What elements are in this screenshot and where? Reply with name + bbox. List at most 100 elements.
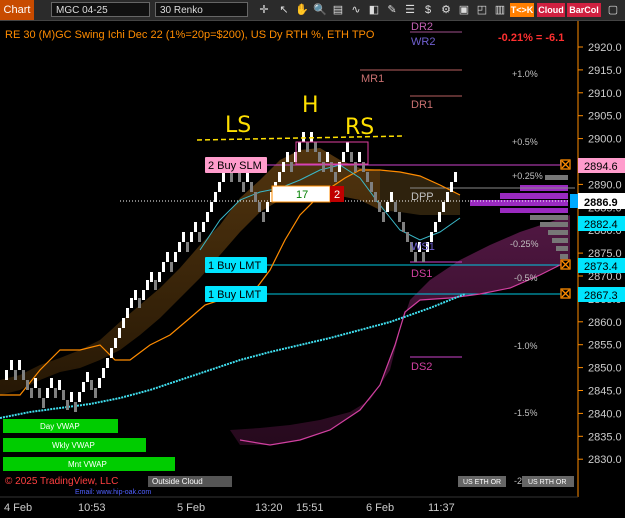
pct-label: +0.25% [512, 171, 543, 181]
renko-brick [398, 212, 401, 222]
renko-brick [5, 370, 8, 380]
instrument-select[interactable]: MGC 04-25 [51, 2, 150, 17]
renko-brick [214, 192, 217, 202]
renko-brick [42, 398, 45, 408]
renko-brick [190, 232, 193, 242]
renko-brick [278, 172, 281, 182]
ds2-label: DS2 [411, 361, 432, 373]
renko-brick [154, 280, 157, 290]
time-axis-label: 10:53 [78, 502, 106, 514]
chart-app-label[interactable]: Chart [0, 0, 34, 20]
crosshair-icon[interactable]: ✛ [256, 2, 272, 18]
renko-brick [390, 192, 393, 202]
email-label: Email: www.hip-oak.com [75, 489, 151, 496]
rs-annotation: RS [345, 115, 374, 140]
order-buy-lmt-2[interactable]: 1 Buy LMT [205, 286, 267, 302]
order-label: 2 Buy SLM [208, 160, 262, 172]
tag-last-price: 2886.9 [584, 197, 618, 209]
time-axis[interactable]: 4 Feb 10:53 5 Feb 13:20 15:51 6 Feb 11:37 [0, 496, 578, 514]
renko-brick [258, 202, 261, 212]
renko-brick [406, 232, 409, 242]
renko-brick [450, 182, 453, 192]
wr2-label: WR2 [411, 36, 435, 48]
renko-brick [262, 212, 265, 222]
renko-brick [254, 192, 257, 202]
renko-brick [318, 152, 321, 162]
renko-brick [306, 142, 309, 152]
time-axis-label: 4 Feb [4, 502, 32, 514]
price-axis-label: 2840.0 [588, 408, 622, 420]
change-label: -0.21% = -6.1 [498, 32, 564, 44]
renko-brick [182, 232, 185, 242]
renko-brick [402, 222, 405, 232]
renko-brick [174, 252, 177, 262]
month-vwap-label: Mnt VWAP [68, 460, 107, 469]
price-chart[interactable]: +1.0% +0.5% +0.25% -0.25% -0.5% -1.0% -1… [0, 21, 625, 518]
renko-brick [370, 182, 373, 192]
tk-toggle[interactable]: T<>K [510, 3, 534, 17]
zoom-icon[interactable]: 🔍 [312, 2, 328, 18]
renko-brick [346, 142, 349, 152]
renko-brick [246, 172, 249, 182]
renko-brick [126, 308, 129, 318]
day-vwap-label: Day VWAP [40, 422, 80, 431]
order-buy-slm[interactable]: 2 Buy SLM [205, 157, 267, 173]
renko-brick [166, 252, 169, 262]
renko-brick [230, 172, 233, 182]
price-axis-label: 2920.0 [588, 42, 622, 54]
snapshot-icon[interactable]: ▣ [456, 2, 472, 18]
more-icon[interactable]: ◰ [474, 2, 490, 18]
indicators-icon[interactable]: ∿ [348, 2, 364, 18]
price-axis-label: 2830.0 [588, 454, 622, 466]
order-buy-lmt-1[interactable]: 1 Buy LMT [205, 257, 267, 273]
layout-icon[interactable]: ▥ [492, 2, 508, 18]
chart-trader-icon[interactable]: $ [420, 2, 436, 18]
pct-label: +1.0% [512, 69, 538, 79]
renko-brick [98, 378, 101, 388]
renko-brick [310, 132, 313, 142]
renko-brick [38, 388, 41, 398]
price-axis-label: 2905.0 [588, 111, 622, 123]
templates-icon[interactable]: ☰ [402, 2, 418, 18]
renko-brick [282, 162, 285, 172]
properties-icon[interactable]: ⚙ [438, 2, 454, 18]
window-icon[interactable]: ▢ [604, 2, 622, 18]
pct-label: -0.25% [510, 239, 539, 249]
renko-brick [58, 380, 61, 390]
strategy-icon[interactable]: ◧ [366, 2, 382, 18]
renko-brick [422, 252, 425, 262]
renko-brick [326, 152, 329, 162]
renko-brick [222, 172, 225, 182]
renko-brick [250, 182, 253, 192]
tag-buy-lmt-2: 2873.4 [584, 261, 618, 273]
renko-brick [414, 252, 417, 262]
pointer-icon[interactable]: ↖ [276, 2, 292, 18]
renko-brick [314, 142, 317, 152]
pct-label: -1.0% [514, 341, 538, 351]
renko-brick [106, 358, 109, 368]
period-select[interactable]: 30 Renko [155, 2, 248, 17]
renko-brick [54, 388, 57, 398]
cloud-toggle[interactable]: Cloud [537, 3, 565, 17]
renko-brick [178, 242, 181, 252]
renko-brick [34, 378, 37, 388]
renko-brick [150, 272, 153, 282]
renko-brick [170, 262, 173, 272]
renko-brick [286, 152, 289, 162]
copyright-label: © 2025 TradingView, LLC [5, 476, 118, 487]
renko-brick [14, 370, 17, 380]
data-box-icon[interactable]: ▤ [330, 2, 346, 18]
renko-brick [378, 202, 381, 212]
drawing-tools-icon[interactable]: ✎ [384, 2, 400, 18]
position-marker[interactable]: 17 2 [271, 185, 344, 203]
barcol-toggle[interactable]: BarCol [567, 3, 601, 17]
renko-brick [118, 328, 121, 338]
renko-brick [434, 222, 437, 232]
renko-brick [366, 172, 369, 182]
order-label: 1 Buy LMT [208, 289, 261, 301]
renko-brick [74, 402, 77, 412]
position-count: 2 [334, 189, 340, 201]
time-axis-label: 15:51 [296, 502, 324, 514]
renko-brick [206, 212, 209, 222]
hand-icon[interactable]: ✋ [294, 2, 310, 18]
